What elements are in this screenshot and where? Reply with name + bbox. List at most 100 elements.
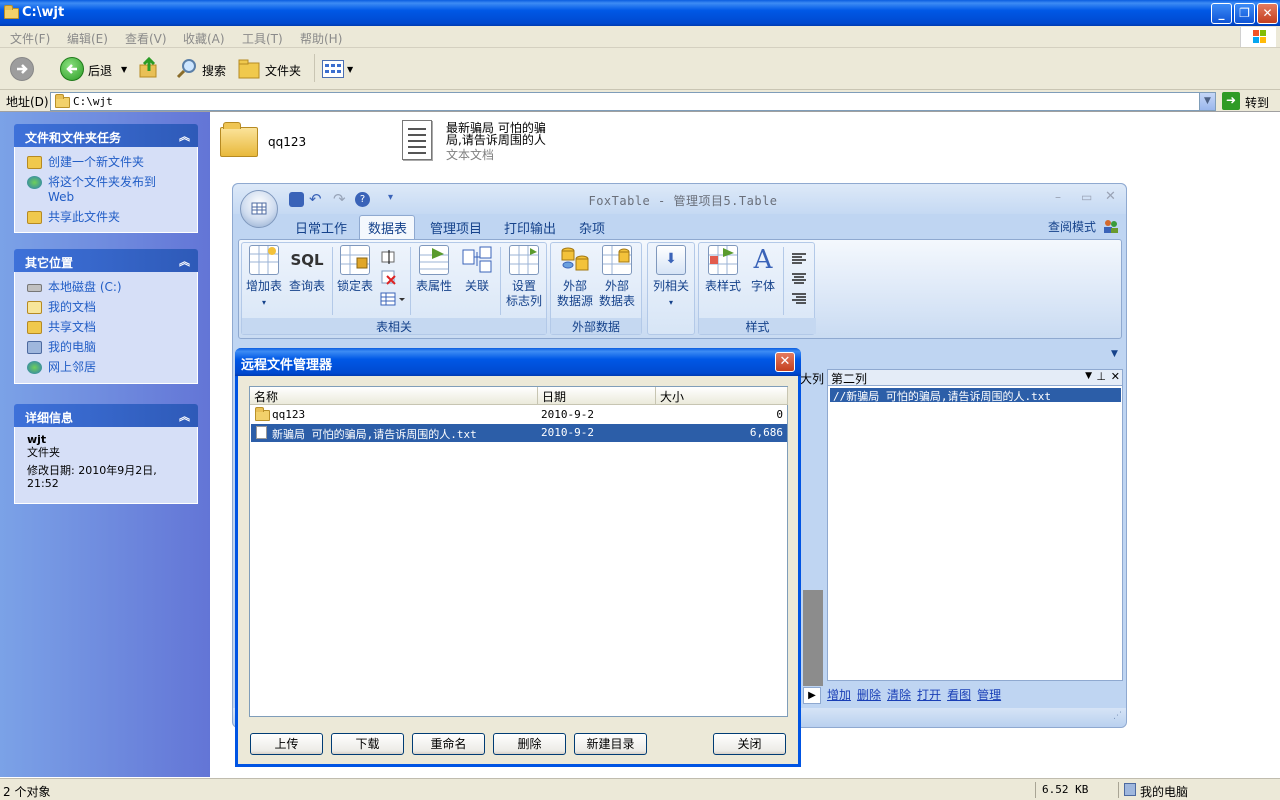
menu-edit[interactable]: 编辑(E) xyxy=(67,30,108,47)
places-panel-header[interactable]: 其它位置 ︽ xyxy=(14,249,198,272)
table-options-icon[interactable] xyxy=(380,291,406,307)
folders-button-label[interactable]: 文件夹 xyxy=(265,62,301,79)
minimize-button[interactable]: _ xyxy=(1211,3,1232,24)
font-button[interactable]: A 字体 xyxy=(747,245,779,294)
column-date[interactable]: 日期 xyxy=(538,387,656,405)
set-flag-column-button[interactable]: 设置 标志列 xyxy=(504,245,544,309)
link-view-image[interactable]: 看图 xyxy=(947,688,971,702)
fox-minimize-icon[interactable]: – xyxy=(1055,190,1061,204)
task-new-folder[interactable]: 创建一个新文件夹 xyxy=(27,155,189,170)
go-arrow-icon[interactable]: ➜ xyxy=(1222,92,1240,110)
pane-close-icon[interactable]: ✕ xyxy=(1111,370,1120,383)
fox-close-icon[interactable]: ✕ xyxy=(1105,189,1116,204)
link-clear[interactable]: 清除 xyxy=(887,688,911,702)
column-name[interactable]: 名称 xyxy=(250,387,538,405)
download-button[interactable]: 下载 xyxy=(331,733,404,755)
redo-icon[interactable]: ↷ xyxy=(333,190,346,208)
views-dropdown-icon[interactable]: ▼ xyxy=(347,65,353,74)
folder-qq123-icon[interactable] xyxy=(220,122,258,157)
external-datasource-button[interactable]: 外部 数据源 xyxy=(555,245,595,309)
link-open[interactable]: 打开 xyxy=(917,688,941,702)
rename-table-icon[interactable] xyxy=(380,249,398,265)
qat-customize-icon[interactable]: ▾ xyxy=(388,192,393,203)
relation-button[interactable]: 关联 xyxy=(458,245,496,294)
menu-file[interactable]: 文件(F) xyxy=(10,30,50,47)
address-dropdown-icon[interactable]: ▼ xyxy=(1199,92,1216,111)
external-table-icon xyxy=(602,245,632,275)
view-mode-label[interactable]: 查阅模式 xyxy=(1048,218,1096,235)
close-button[interactable]: ✕ xyxy=(1257,3,1278,24)
task-share-folder[interactable]: 共享此文件夹 xyxy=(27,210,189,225)
text-file-icon[interactable] xyxy=(402,120,432,160)
dialog-close-action-button[interactable]: 关闭 xyxy=(713,733,786,755)
go-button-label[interactable]: 转到 xyxy=(1245,94,1269,111)
folders-icon[interactable] xyxy=(238,58,262,80)
link-add[interactable]: 增加 xyxy=(827,688,851,702)
back-button-label[interactable]: 后退 xyxy=(88,62,112,79)
task-publish-web[interactable]: 将这个文件夹发布到 Web xyxy=(27,175,189,205)
users-icon[interactable] xyxy=(1103,218,1119,234)
menu-help[interactable]: 帮助(H) xyxy=(300,30,342,47)
external-datatable-button[interactable]: 外部 数据表 xyxy=(597,245,637,309)
new-directory-button[interactable]: 新建目录 xyxy=(574,733,647,755)
table-style-button[interactable]: 表样式 xyxy=(703,245,743,294)
lock-table-button[interactable]: 锁定表 xyxy=(336,245,374,294)
dialog-close-button[interactable]: ✕ xyxy=(775,352,795,372)
details-panel-header[interactable]: 详细信息 ︽ xyxy=(14,404,198,427)
explorer-title-bar: C:\wjt _ ❐ ✕ xyxy=(0,0,1280,26)
tab-manage-project[interactable]: 管理项目 xyxy=(430,218,482,237)
collapse-icon[interactable]: ︽ xyxy=(179,408,190,424)
search-button-label[interactable]: 搜索 xyxy=(202,62,226,79)
align-icons[interactable] xyxy=(791,251,807,311)
app-orb-button[interactable] xyxy=(240,190,278,228)
column-header[interactable]: 第二列 ▼ ⊥ ✕ xyxy=(828,370,1122,386)
place-local-disk[interactable]: 本地磁盘 (C:) xyxy=(27,280,189,295)
place-shared-documents[interactable]: 共享文档 xyxy=(27,320,189,335)
back-dropdown-icon[interactable]: ▼ xyxy=(121,65,127,74)
menu-favorites[interactable]: 收藏(A) xyxy=(183,30,225,47)
pin-icon[interactable]: ⊥ xyxy=(1096,370,1106,383)
tab-misc[interactable]: 杂项 xyxy=(579,218,605,237)
tab-datatable[interactable]: 数据表 xyxy=(368,218,407,237)
fox-maximize-icon[interactable]: ▭ xyxy=(1081,190,1092,204)
link-delete[interactable]: 删除 xyxy=(857,688,881,702)
column-related-button[interactable]: ⬇ 列相关 ▾ xyxy=(650,245,692,310)
collapse-icon[interactable]: ︽ xyxy=(179,128,190,144)
views-icon[interactable] xyxy=(322,60,344,78)
tasks-panel-header[interactable]: 文件和文件夹任务 ︽ xyxy=(14,124,198,147)
back-arrow-icon[interactable] xyxy=(60,57,84,81)
delete-button[interactable]: 删除 xyxy=(493,733,566,755)
search-icon[interactable] xyxy=(175,57,199,81)
next-arrow-icon[interactable]: ▶ xyxy=(803,687,821,704)
list-item[interactable]: 新骗局 可怕的骗局,请告诉周围的人.txt 2010-9-2 6,686 xyxy=(251,424,787,442)
query-table-button[interactable]: SQL 查询表 xyxy=(288,245,326,294)
ribbon-expand-icon[interactable]: ▼ xyxy=(1111,349,1118,359)
list-item[interactable]: qq123 2010-9-2 0 xyxy=(251,406,787,424)
rename-button[interactable]: 重命名 xyxy=(412,733,485,755)
place-network[interactable]: 网上邻居 xyxy=(27,360,189,375)
menu-tools[interactable]: 工具(T) xyxy=(242,30,283,47)
grid-cell-selected[interactable]: //新骗局 可怕的骗局,请告诉周围的人.txt xyxy=(830,388,1121,403)
save-icon[interactable] xyxy=(289,192,304,207)
tab-daily-work[interactable]: 日常工作 xyxy=(295,218,347,237)
resize-grip-icon[interactable]: ⋰ xyxy=(1113,711,1122,721)
undo-icon[interactable]: ↶ xyxy=(309,190,322,208)
upload-button[interactable]: 上传 xyxy=(250,733,323,755)
help-icon[interactable]: ? xyxy=(355,192,370,207)
place-my-documents[interactable]: 我的文档 xyxy=(27,300,189,315)
delete-table-icon[interactable] xyxy=(380,269,398,285)
up-folder-icon[interactable] xyxy=(138,56,160,80)
text-file-name-line2[interactable]: 局,请告诉周围的人 xyxy=(446,134,546,146)
maximize-button[interactable]: ❐ xyxy=(1234,3,1255,24)
link-manage[interactable]: 管理 xyxy=(977,688,1001,702)
pane-dropdown-icon[interactable]: ▼ xyxy=(1085,371,1092,381)
menu-view[interactable]: 查看(V) xyxy=(125,30,167,47)
add-table-button[interactable]: 增加表 ▾ xyxy=(244,245,284,310)
collapse-icon[interactable]: ︽ xyxy=(179,253,190,269)
table-properties-button[interactable]: 表属性 xyxy=(414,245,454,294)
column-size[interactable]: 大小 xyxy=(656,387,788,405)
place-my-computer[interactable]: 我的电脑 xyxy=(27,340,189,355)
tab-print-output[interactable]: 打印输出 xyxy=(504,218,556,237)
folder-qq123-label[interactable]: qq123 xyxy=(268,135,306,149)
address-input[interactable]: C:\wjt xyxy=(50,92,1216,111)
